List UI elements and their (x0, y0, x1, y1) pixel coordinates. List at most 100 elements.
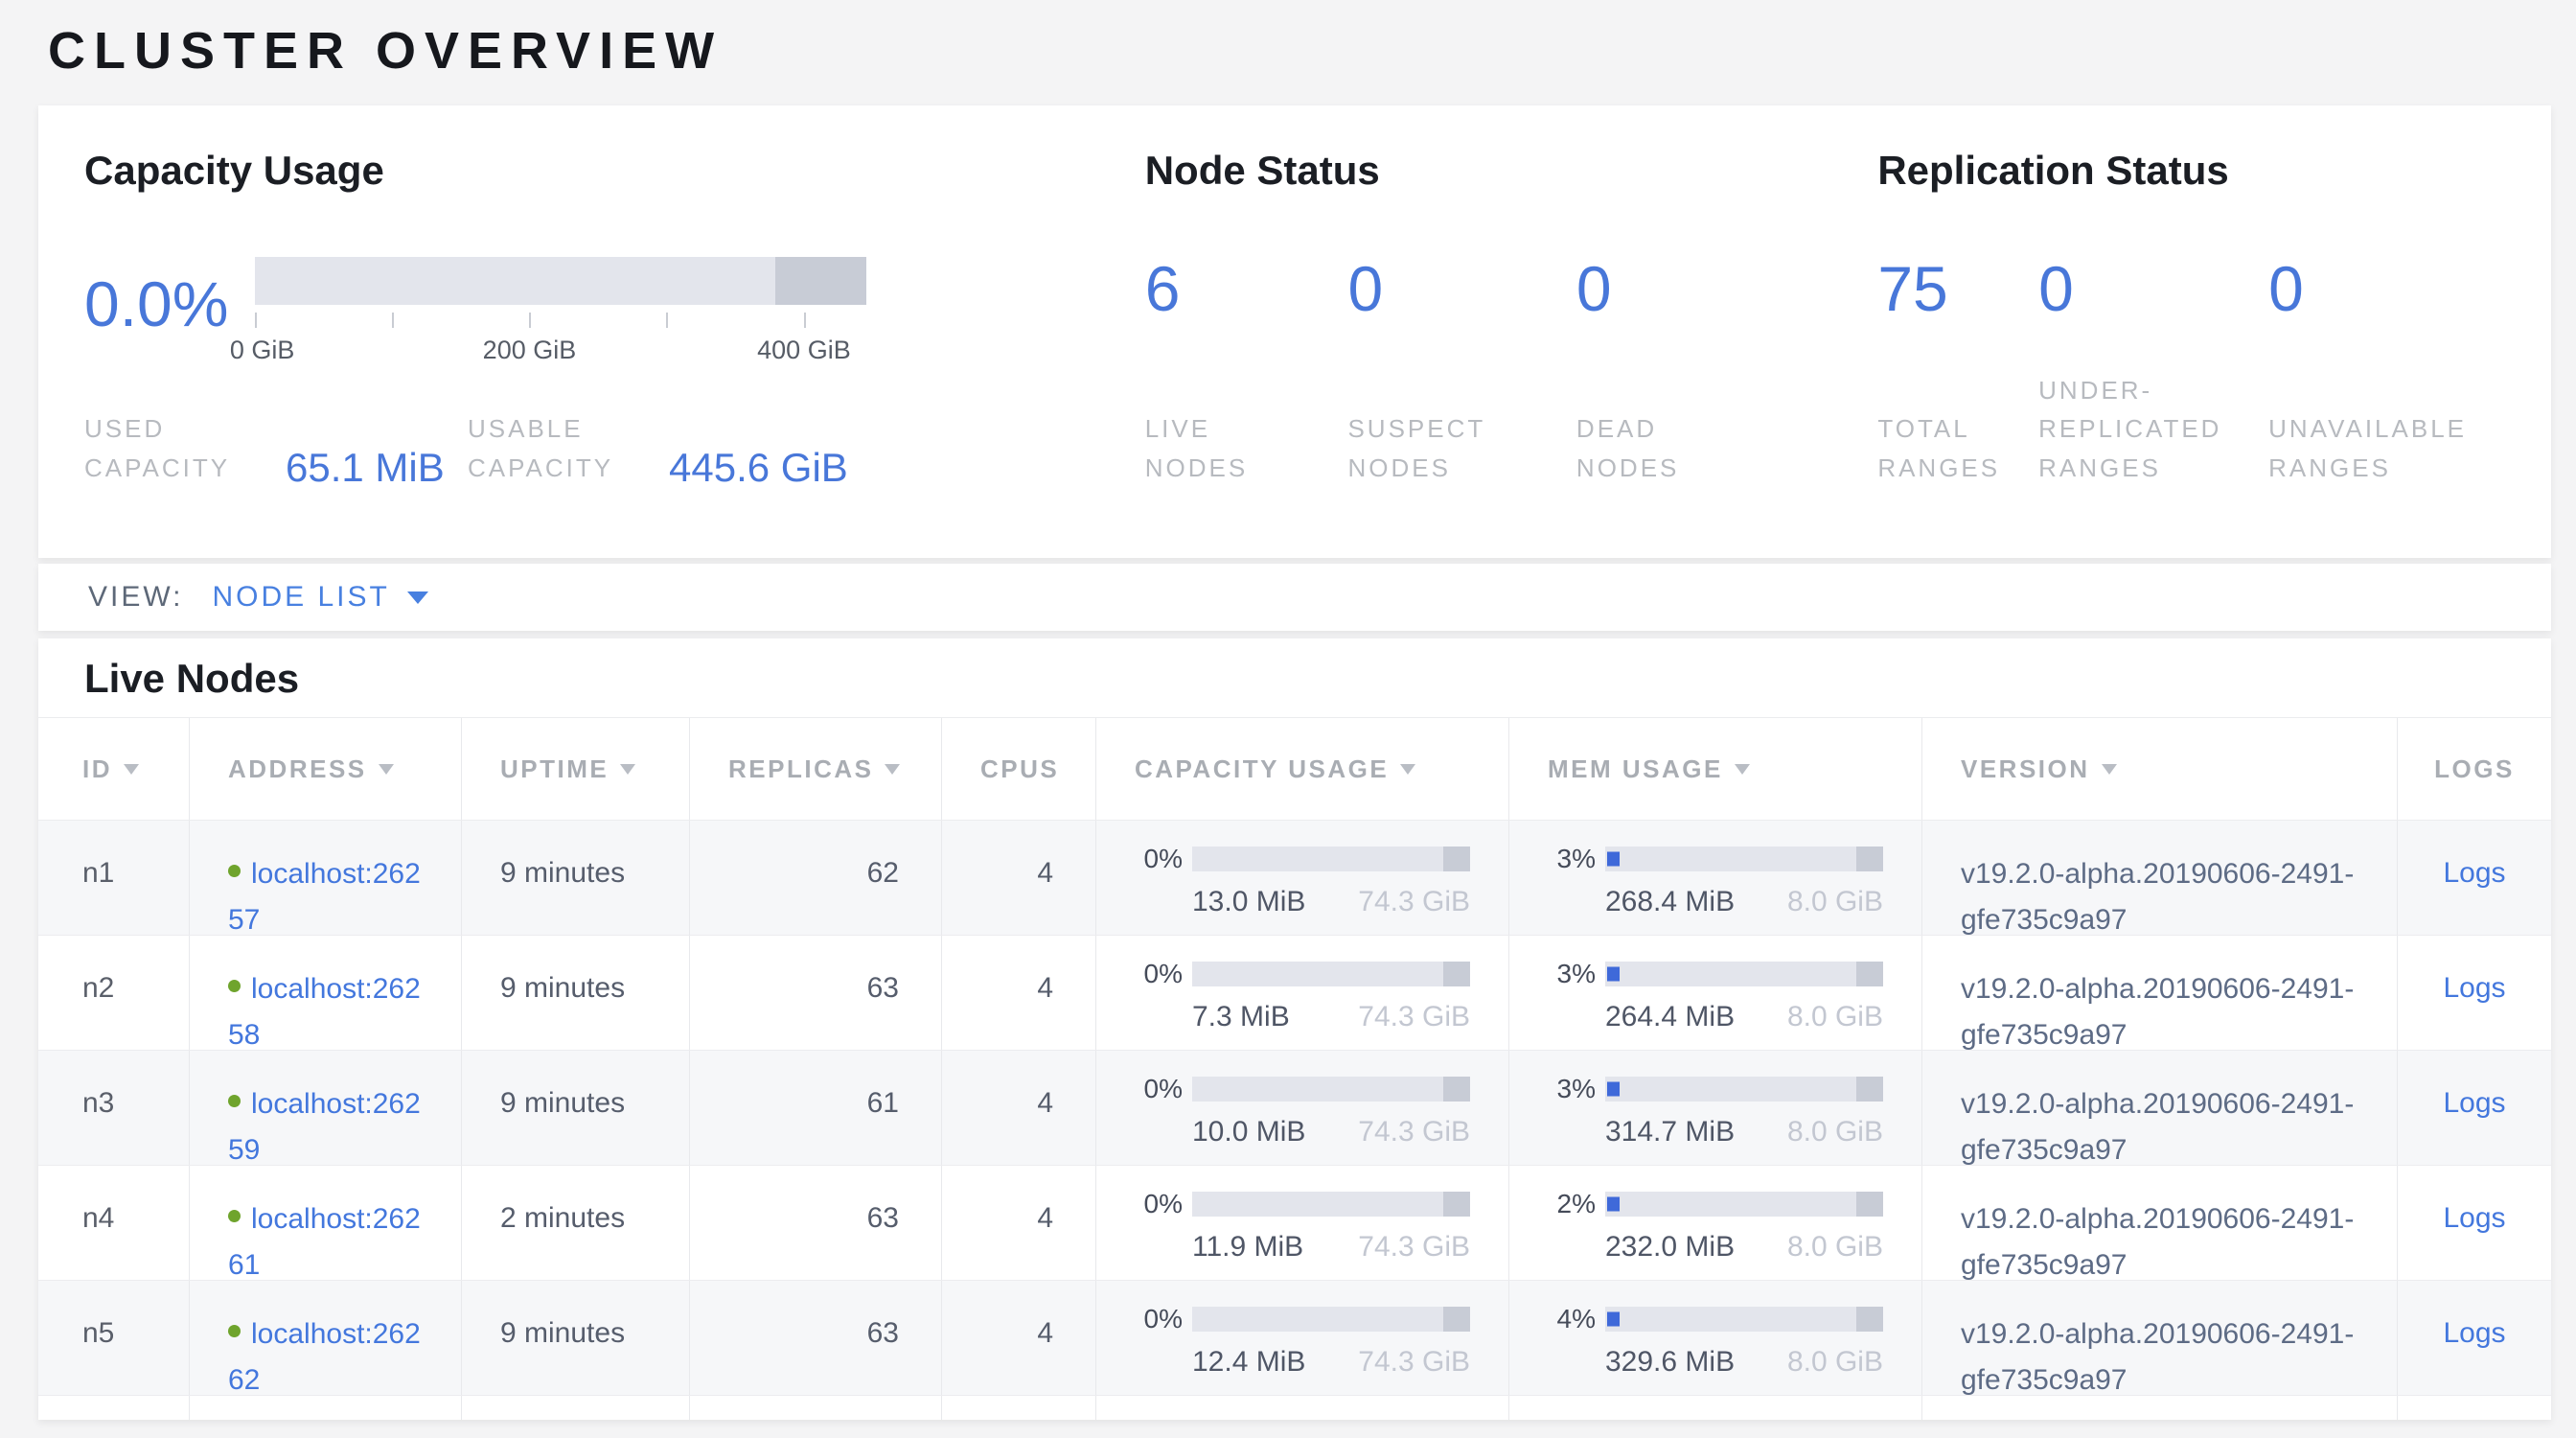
live-nodes-card: Live Nodes ID ADDRESS UPTIME REPLICAS CP… (38, 638, 2551, 1420)
mem-bar (1605, 1192, 1883, 1217)
capacity-usage-bar: 0 GiB 200 GiB 400 GiB (255, 257, 866, 364)
node-address-link[interactable]: localhost:26258 (228, 973, 421, 1050)
mem-bar (1605, 1077, 1883, 1102)
version-cell: v19.2.0-alpha.20190606-2491-gfe735c9a97 (1921, 1281, 2397, 1395)
node-status-title: Node Status (1145, 148, 1794, 194)
chevron-down-icon[interactable] (407, 591, 428, 604)
mem-bar-used (1607, 1312, 1620, 1327)
capacity-bar (1192, 1077, 1470, 1102)
node-id-cell: n3 (38, 1051, 189, 1165)
axis-tick (804, 313, 806, 328)
dead-nodes-value: 0 (1576, 257, 1755, 320)
column-header-address[interactable]: ADDRESS (189, 718, 461, 820)
table-row: n4 localhost:26261 2 minutes 63 4 0% 11.… (38, 1165, 2551, 1280)
column-header-capacity-usage[interactable]: CAPACITY USAGE (1095, 718, 1508, 820)
mem-usage-cell: 2% 232.0 MiB 8.0 GiB (1508, 1166, 1921, 1280)
under-replicated-ranges-stat: 0 UNDER-REPLICATED RANGES (2038, 257, 2230, 487)
view-selector-bar: VIEW: NODE LIST (38, 564, 2551, 631)
column-header-replicas[interactable]: REPLICAS (689, 718, 941, 820)
column-header-label: ADDRESS (228, 754, 367, 784)
node-address-link[interactable]: localhost:26262 (228, 1318, 421, 1395)
suspect-nodes-value: 0 (1347, 257, 1537, 320)
total-ranges-stat: 75 TOTAL RANGES (1877, 257, 2000, 487)
view-dropdown[interactable]: NODE LIST (212, 581, 389, 614)
column-header-label: REPLICAS (728, 754, 873, 784)
node-address-link[interactable]: localhost:26257 (228, 858, 421, 935)
logs-link[interactable]: Logs (2443, 1202, 2505, 1234)
node-id-cell: n5 (38, 1281, 189, 1395)
replication-status-section: Replication Status 75 TOTAL RANGES 0 UND… (1793, 148, 2505, 487)
axis-tick (666, 313, 668, 328)
mem-bar-used (1607, 1197, 1620, 1212)
total-ranges-label: TOTAL RANGES (1877, 409, 2000, 487)
usable-capacity-value: 445.6 GiB (669, 445, 848, 491)
sort-desc-icon (1735, 764, 1750, 775)
mem-bar-used (1607, 1082, 1620, 1097)
suspect-nodes-label: SUSPECT NODES (1347, 409, 1537, 487)
column-header-cpus: CPUS (941, 718, 1095, 820)
axis-tick-label: 0 GiB (230, 336, 295, 365)
logs-cell: Logs (2397, 1051, 2551, 1165)
capacity-bar (1192, 1307, 1470, 1332)
suspect-nodes-stat: 0 SUSPECT NODES (1347, 257, 1537, 487)
column-header-mem-usage[interactable]: MEM USAGE (1508, 718, 1921, 820)
mem-bar-reserved (1856, 847, 1883, 871)
mem-used-value: 314.7 MiB (1605, 1116, 1735, 1148)
column-header-label: UPTIME (500, 754, 609, 784)
used-capacity-stat: USED CAPACITY 65.1 MiB (84, 409, 468, 487)
replication-status-title: Replication Status (1877, 148, 2505, 194)
capacity-bar-reserved (1443, 847, 1470, 871)
capacity-usage-cell: 0% 12.4 MiB 74.3 GiB (1095, 1281, 1508, 1395)
under-replicated-ranges-label: UNDER-REPLICATED RANGES (2038, 371, 2230, 487)
logs-cell: Logs (2397, 1281, 2551, 1395)
capacity-usage-cell: 0% 11.9 MiB 74.3 GiB (1095, 1166, 1508, 1280)
capacity-used-value: 13.0 MiB (1192, 886, 1305, 918)
table-row: n3 localhost:26259 9 minutes 61 4 0% 10.… (38, 1050, 2551, 1165)
node-address-link[interactable]: localhost:26259 (228, 1088, 421, 1165)
node-address-cell: localhost:26258 (189, 936, 461, 1050)
used-capacity-value: 65.1 MiB (286, 445, 445, 491)
sort-desc-icon (379, 764, 394, 775)
sort-desc-icon (2102, 764, 2117, 775)
column-header-id[interactable]: ID (38, 718, 189, 820)
live-nodes-title: Live Nodes (38, 638, 2551, 717)
capacity-percent: 0.0% (84, 272, 255, 336)
capacity-bar-track (255, 257, 866, 305)
column-header-version[interactable]: VERSION (1921, 718, 2397, 820)
sort-desc-icon (620, 764, 635, 775)
version-cell: v19.2.0-alpha.20190606-2491-gfe735c9a97 (1921, 936, 2397, 1050)
column-header-uptime[interactable]: UPTIME (461, 718, 689, 820)
mem-bar (1605, 962, 1883, 986)
node-address-cell: localhost:26262 (189, 1281, 461, 1395)
capacity-bar-reserved (1443, 1077, 1470, 1102)
node-address-cell: localhost:26259 (189, 1051, 461, 1165)
axis-tick (392, 313, 394, 328)
capacity-max-value: 74.3 GiB (1358, 1346, 1470, 1379)
mem-percent-label: 3% (1544, 1074, 1596, 1104)
usable-capacity-label: USABLE CAPACITY (468, 409, 669, 487)
mem-bar-reserved (1856, 1192, 1883, 1217)
axis-tick-label: 200 GiB (483, 336, 577, 365)
sort-desc-icon (124, 764, 139, 775)
node-address-link[interactable]: localhost:26261 (228, 1203, 421, 1280)
capacity-max-value: 74.3 GiB (1358, 1116, 1470, 1148)
logs-link[interactable]: Logs (2443, 1317, 2505, 1349)
dead-nodes-label: DEAD NODES (1576, 409, 1755, 487)
uptime-cell: 9 minutes (461, 821, 689, 935)
logs-cell: Logs (2397, 1166, 2551, 1280)
capacity-max-value: 74.3 GiB (1358, 1001, 1470, 1033)
axis-tick (529, 313, 531, 328)
mem-bar-used (1607, 967, 1620, 982)
total-ranges-value: 75 (1877, 257, 2000, 320)
mem-used-value: 268.4 MiB (1605, 886, 1735, 918)
mem-used-value: 232.0 MiB (1605, 1231, 1735, 1264)
mem-usage-cell: 4% 329.6 MiB 8.0 GiB (1508, 1281, 1921, 1395)
capacity-bar-reserved (1443, 962, 1470, 986)
table-row: n2 localhost:26258 9 minutes 63 4 0% 7.3… (38, 935, 2551, 1050)
mem-used-value: 329.6 MiB (1605, 1346, 1735, 1379)
logs-link[interactable]: Logs (2443, 857, 2505, 889)
logs-link[interactable]: Logs (2443, 1087, 2505, 1119)
mem-bar (1605, 847, 1883, 871)
logs-link[interactable]: Logs (2443, 972, 2505, 1004)
capacity-used-value: 7.3 MiB (1192, 1001, 1290, 1033)
